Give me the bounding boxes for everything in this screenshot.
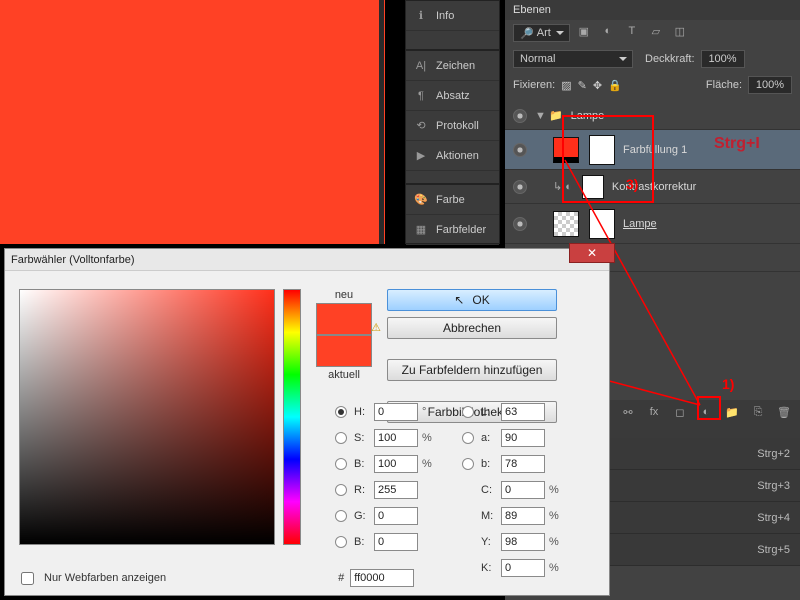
layer-group-lampe[interactable]: ▼ 📁 Lampe [505, 102, 800, 130]
layer-kontrast[interactable]: ↳ ◐ Kontrastkorrektur [505, 170, 800, 204]
input-k[interactable] [501, 559, 545, 577]
input-m[interactable] [501, 507, 545, 525]
panel-absatz[interactable]: ¶Absatz [406, 81, 499, 111]
visibility-toggle[interactable] [513, 143, 527, 157]
radio-a[interactable] [462, 432, 474, 444]
filter-shape-icon[interactable]: ▱ [648, 25, 664, 41]
radio-bv[interactable] [335, 458, 347, 470]
adjustment-layer-icon[interactable]: ◐ [698, 406, 714, 418]
blend-mode-select[interactable]: Normal [513, 50, 633, 68]
radio-l[interactable] [462, 406, 474, 418]
history-icon: ⟲ [414, 119, 428, 132]
hex-label: # [338, 572, 344, 584]
panel-farbe[interactable]: 🎨Farbe [406, 185, 499, 215]
panel-info[interactable]: ℹInfo [406, 1, 499, 31]
layer-mask-thumbnail[interactable] [589, 135, 615, 165]
layer-thumbnail[interactable] [553, 211, 579, 237]
dialog-title: Farbwähler (Volltonfarbe) [5, 249, 609, 271]
hex-input[interactable] [350, 569, 414, 587]
layer-mask-thumbnail[interactable] [582, 175, 604, 199]
lock-label: Fixieren: [513, 79, 555, 91]
add-to-swatches-button[interactable]: Zu Farbfeldern hinzufügen [387, 359, 557, 381]
cancel-button[interactable]: Abbrechen [387, 317, 557, 339]
current-color-swatch [316, 335, 372, 367]
lock-pixels-icon[interactable]: ✎ [578, 79, 587, 92]
layers-panel-title: Ebenen [505, 0, 800, 20]
filter-smart-icon[interactable]: ◫ [672, 25, 688, 41]
input-l[interactable] [501, 403, 545, 421]
info-icon: ℹ [414, 9, 428, 22]
ok-button[interactable]: ↖OK [387, 289, 557, 311]
panel-aktionen[interactable]: ▶Aktionen [406, 141, 499, 171]
actions-icon: ▶ [414, 149, 428, 162]
panel-farbfelder[interactable]: ▦Farbfelder [406, 215, 499, 245]
panel-protokoll[interactable]: ⟲Protokoll [406, 111, 499, 141]
visibility-toggle[interactable] [513, 109, 527, 123]
paragraph-icon: ¶ [414, 90, 428, 102]
radio-s[interactable] [335, 432, 347, 444]
character-icon: A| [414, 60, 428, 72]
annotation-shortcut: Strg+I [714, 135, 760, 153]
annotation-label-3: 3) [626, 176, 638, 192]
filter-adjust-icon[interactable]: ◐ [600, 25, 616, 41]
layer-filter-kind[interactable]: 🔎 Art [513, 24, 570, 42]
hue-slider[interactable] [283, 289, 301, 545]
radio-r[interactable] [335, 484, 347, 496]
web-colors-label: Nur Webfarben anzeigen [44, 572, 166, 584]
input-b[interactable] [501, 455, 545, 473]
gamut-warning-icon[interactable]: ⚠ [371, 321, 381, 334]
palette-icon: 🎨 [414, 193, 428, 206]
layer-thumbnail[interactable] [553, 137, 579, 163]
new-layer-icon[interactable]: ⎘ [750, 406, 766, 419]
swatches-icon: ▦ [414, 223, 428, 236]
panel-zeichen[interactable]: A|Zeichen [406, 51, 499, 81]
annotation-label-1: 1) [722, 376, 734, 392]
layer-lampe[interactable]: Lampe [505, 204, 800, 244]
layer-style-icon[interactable]: fx [646, 406, 662, 418]
input-s[interactable] [374, 429, 418, 447]
filter-pixel-icon[interactable]: ▣ [576, 25, 592, 41]
visibility-toggle[interactable] [513, 180, 527, 194]
new-group-icon[interactable]: 📁 [724, 406, 740, 419]
delete-layer-icon[interactable]: 🗑 [776, 406, 792, 419]
input-r[interactable] [374, 481, 418, 499]
input-bc[interactable] [374, 533, 418, 551]
filter-type-icon[interactable]: T [624, 25, 640, 41]
new-color-label: neu [335, 289, 353, 301]
input-a[interactable] [501, 429, 545, 447]
document-canvas[interactable] [0, 0, 385, 244]
collapsed-panels: ℹInfo A|Zeichen ¶Absatz ⟲Protokoll ▶Akti… [405, 0, 500, 244]
radio-b[interactable] [462, 458, 474, 470]
lock-transparent-icon[interactable]: ▨ [561, 79, 571, 92]
fill-label: Fläche: [706, 79, 742, 91]
new-color-swatch [316, 303, 372, 335]
opacity-label: Deckkraft: [645, 53, 695, 65]
saturation-brightness-field[interactable] [19, 289, 275, 545]
input-g[interactable] [374, 507, 418, 525]
color-picker-dialog: Farbwähler (Volltonfarbe) ✕ neu aktuell … [4, 248, 610, 596]
input-y[interactable] [501, 533, 545, 551]
opacity-field[interactable]: 100% [701, 50, 745, 68]
current-color-label: aktuell [328, 369, 360, 381]
input-bv[interactable] [374, 455, 418, 473]
link-layers-icon[interactable]: ⚯ [620, 406, 636, 419]
radio-g[interactable] [335, 510, 347, 522]
fill-field[interactable]: 100% [748, 76, 792, 94]
input-c[interactable] [501, 481, 545, 499]
layer-mask-icon[interactable]: ◻ [672, 406, 688, 419]
close-button[interactable]: ✕ [569, 243, 615, 263]
lock-all-icon[interactable]: 🔒 [608, 79, 622, 92]
input-h[interactable] [374, 403, 418, 421]
radio-h[interactable] [335, 406, 347, 418]
radio-bc[interactable] [335, 536, 347, 548]
lock-position-icon[interactable]: ✥ [593, 79, 602, 92]
layer-mask-thumbnail[interactable] [589, 209, 615, 239]
visibility-toggle[interactable] [513, 217, 527, 231]
web-colors-checkbox[interactable] [21, 572, 34, 585]
